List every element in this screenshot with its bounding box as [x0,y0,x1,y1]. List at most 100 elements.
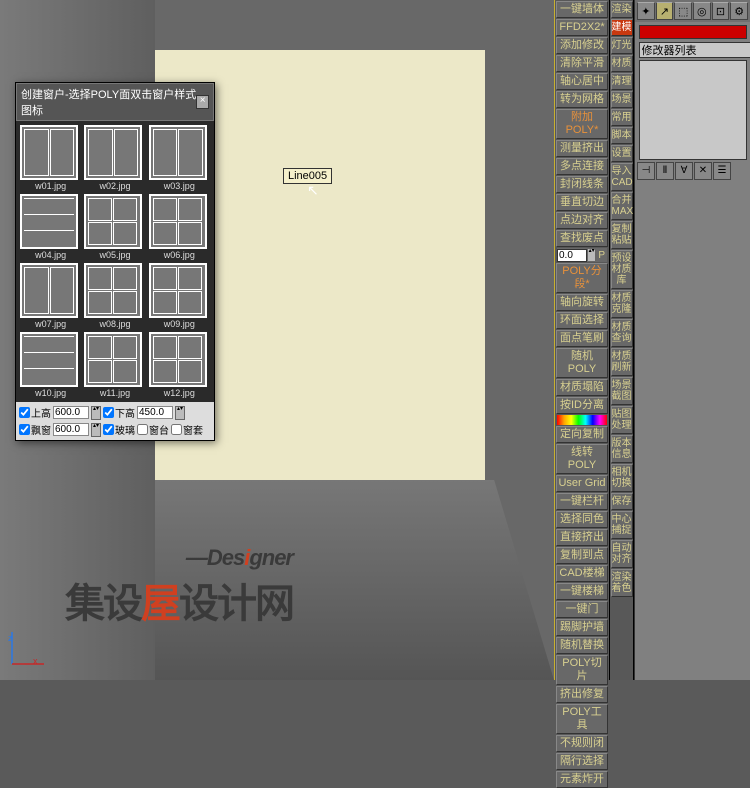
panel-tab-icon[interactable]: ◎ [693,2,711,20]
mode-button[interactable]: 材质克隆 [611,290,633,318]
tool-button[interactable]: 一键栏杆 [556,493,608,510]
color-gradient[interactable] [557,415,607,425]
mode-button[interactable]: 材质刷新 [611,348,633,376]
mode-button[interactable]: 复制粘贴 [611,221,633,249]
tool-button[interactable]: 封闭线条 [556,176,608,193]
thumb-w04.jpg[interactable]: w04.jpg [20,194,81,260]
tool-button[interactable]: 随机POLY [556,348,608,378]
mode-button[interactable]: 贴图处理 [611,406,633,434]
tool-button[interactable]: 多点连接 [556,158,608,175]
mode-button[interactable]: 相机切换 [611,464,633,492]
mode-button[interactable]: 渲染 [611,1,633,18]
tool-button[interactable]: 一键门 [556,601,608,618]
spinner-icon[interactable]: ▴▾ [175,406,185,420]
thumb-w08.jpg[interactable]: w08.jpg [84,263,145,329]
tool-button[interactable]: 转为网格 [556,91,608,108]
tool-button[interactable]: 随机替换 [556,637,608,654]
glass-check[interactable]: 玻璃 [103,422,135,437]
mode-button[interactable]: 清理 [611,73,633,90]
mode-button[interactable]: 场景截图 [611,377,633,405]
tool-button[interactable]: 元素炸开 [556,771,608,788]
mode-button[interactable]: 保存 [611,493,633,510]
bay-input[interactable] [53,423,89,436]
cover-check[interactable]: 窗套 [171,422,203,437]
tool-button[interactable]: 一键墙体 [556,1,608,18]
mode-button[interactable]: 脚本 [611,127,633,144]
bay-check[interactable]: 飘窗 [19,422,51,437]
tool-button[interactable]: 添加修改 [556,37,608,54]
tool-button[interactable]: POLY切片 [556,655,608,685]
window-creator-dialog[interactable]: 创建窗户-选择POLY面双击窗户样式图标 × w01.jpgw02.jpgw03… [15,82,215,441]
mode-button[interactable]: 建模 [611,19,633,36]
tool-button[interactable]: 点边对齐 [556,212,608,229]
mode-button[interactable]: 合并MAX [611,192,633,220]
thumb-w03.jpg[interactable]: w03.jpg [149,125,210,191]
top-height-check[interactable]: 上高 [19,405,51,420]
mode-button[interactable]: 材质查询 [611,319,633,347]
unique-icon[interactable]: ∀ [675,162,693,180]
top-height-input[interactable] [53,406,89,419]
tool-button[interactable]: User Grid [556,475,608,492]
bot-height-check[interactable]: 下高 [103,405,135,420]
tool-button[interactable]: POLY分段* [556,263,608,293]
tool-button[interactable]: 复制到点 [556,547,608,564]
tool-button[interactable]: 测量挤出 [556,140,608,157]
tool-button[interactable]: 环面选择 [556,312,608,329]
bot-height-input[interactable] [137,406,173,419]
thumb-w05.jpg[interactable]: w05.jpg [84,194,145,260]
panel-tab-icon[interactable]: ⊡ [712,2,730,20]
mode-button[interactable]: 设置 [611,145,633,162]
spinner-icon[interactable]: ▴▾ [587,248,596,262]
tool-button[interactable]: 定向复制 [556,426,608,443]
tool-button[interactable]: 选择同色 [556,511,608,528]
tool-button[interactable]: 附加POLY* [556,109,608,139]
thumb-w01.jpg[interactable]: w01.jpg [20,125,81,191]
tool-button[interactable]: 踢脚护墙 [556,619,608,636]
close-icon[interactable]: × [196,95,209,109]
spinner-icon[interactable]: ▴▾ [91,406,101,420]
value-spinner[interactable]: ▴▾P [557,248,607,262]
thumb-w02.jpg[interactable]: w02.jpg [84,125,145,191]
tool-button[interactable]: 材质塌陷 [556,379,608,396]
tool-button[interactable]: 隔行选择 [556,753,608,770]
mode-button[interactable]: 渲染着色 [611,569,633,597]
show-icon[interactable]: Ⅱ [656,162,674,180]
thumb-w10.jpg[interactable]: w10.jpg [20,332,81,398]
modifier-dropdown[interactable]: ▼ [639,42,747,58]
tool-button[interactable]: 线转POLY [556,444,608,474]
tool-button[interactable]: POLY工具 [556,704,608,734]
pin-icon[interactable]: ⊣ [637,162,655,180]
sill-check[interactable]: 窗台 [137,422,169,437]
tool-button[interactable]: CAD楼梯 [556,565,608,582]
panel-tab-icon[interactable]: ⬚ [674,2,692,20]
spinner-icon[interactable]: ▴▾ [91,423,101,437]
thumb-w07.jpg[interactable]: w07.jpg [20,263,81,329]
tool-button[interactable]: 一键楼梯 [556,583,608,600]
tool-button[interactable]: 面点笔刷 [556,330,608,347]
mode-button[interactable]: 预设材质库 [611,250,633,289]
mode-button[interactable]: 导入CAD [611,163,633,191]
tool-button[interactable]: 直接挤出 [556,529,608,546]
tool-button[interactable]: 挤出修复 [556,686,608,703]
tool-button[interactable]: FFD2X2* [556,19,608,36]
remove-icon[interactable]: ✕ [694,162,712,180]
tool-button[interactable]: 轴向旋转 [556,294,608,311]
mode-button[interactable]: 中心捕捉 [611,511,633,539]
modifier-dropdown-field[interactable] [639,42,750,58]
thumb-w09.jpg[interactable]: w09.jpg [149,263,210,329]
tool-button[interactable]: 轴心居中 [556,73,608,90]
tool-button[interactable]: 查找废点 [556,230,608,247]
modifier-stack[interactable] [639,60,747,160]
thumb-w12.jpg[interactable]: w12.jpg [149,332,210,398]
config-icon[interactable]: ☰ [713,162,731,180]
tool-button[interactable]: 按ID分离 [556,397,608,414]
mode-button[interactable]: 自动对齐 [611,540,633,568]
mode-button[interactable]: 版本信息 [611,435,633,463]
mode-button[interactable]: 常用 [611,109,633,126]
tool-button[interactable]: 不规则闭 [556,735,608,752]
tool-button[interactable]: 清除平滑 [556,55,608,72]
mode-button[interactable]: 材质 [611,55,633,72]
panel-tab-icon[interactable]: ✦ [637,2,655,20]
mode-button[interactable]: 灯光 [611,37,633,54]
thumb-w06.jpg[interactable]: w06.jpg [149,194,210,260]
